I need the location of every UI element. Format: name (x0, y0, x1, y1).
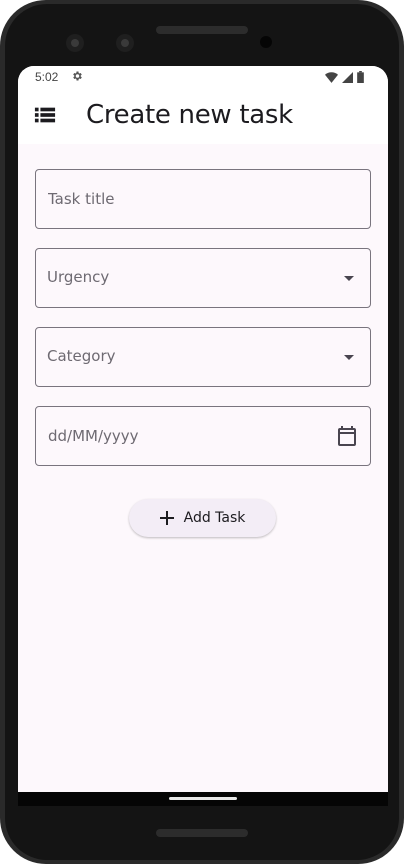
bottom-speaker (156, 829, 248, 837)
chevron-down-icon (344, 276, 354, 281)
app-bar: Create new task (18, 88, 388, 144)
date-input[interactable] (36, 407, 370, 465)
status-icons (325, 71, 364, 83)
urgency-label: Urgency (47, 268, 110, 286)
earpiece-speaker (156, 26, 248, 34)
battery-icon (357, 71, 364, 83)
status-bar: 5:02 (18, 66, 388, 88)
task-title-field[interactable] (35, 169, 371, 229)
calendar-icon[interactable] (335, 424, 359, 448)
category-dropdown[interactable]: Category (35, 327, 371, 387)
wifi-icon (325, 71, 338, 83)
page-title: Create new task (86, 100, 293, 130)
date-field[interactable] (35, 406, 371, 466)
front-camera-secondary (116, 34, 134, 52)
front-camera (66, 34, 84, 52)
task-title-input[interactable] (36, 170, 370, 228)
plus-icon (159, 511, 174, 525)
gear-icon (73, 71, 82, 81)
status-time: 5:02 (35, 70, 59, 84)
urgency-dropdown[interactable]: Urgency (35, 248, 371, 308)
chevron-down-icon (344, 355, 354, 360)
signal-icon (342, 71, 353, 83)
list-icon[interactable] (34, 104, 56, 126)
app-screen: 5:02 Create new task Task title Urgency … (18, 66, 388, 792)
category-label: Category (47, 347, 116, 365)
proximity-sensor (260, 36, 272, 48)
add-task-button[interactable]: Add Task (129, 499, 276, 537)
home-indicator[interactable] (169, 797, 237, 800)
add-task-label: Add Task (183, 510, 246, 526)
